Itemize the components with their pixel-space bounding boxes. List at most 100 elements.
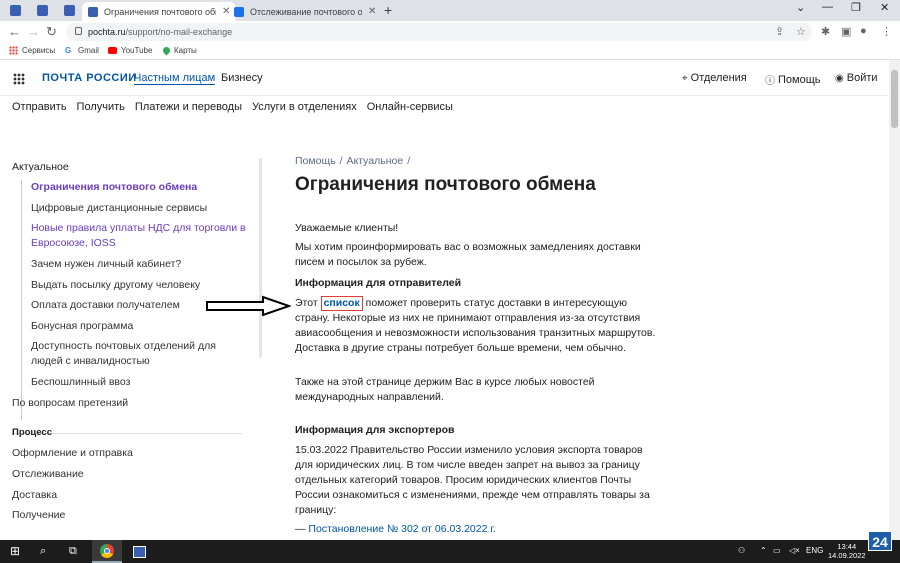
intro-text: Мы хотим проинформировать вас о возможны… [295, 241, 641, 268]
pochta-favicon-icon [63, 5, 75, 16]
channel-badge: 24 [868, 531, 892, 551]
tab-title: Ограничения почтового обмен [104, 6, 216, 17]
countries-list-link[interactable]: список [320, 296, 363, 311]
forward-icon[interactable]: → [27, 24, 40, 39]
help-link[interactable]: ⓘ Помощь [765, 72, 821, 88]
menu-icon[interactable]: ⋮ [881, 25, 892, 38]
login-label: Войти [846, 72, 878, 84]
scrollbar-thumb[interactable] [891, 70, 898, 128]
sidebar-item-duty-free[interactable]: Беспошлинный ввоз [31, 375, 130, 389]
bookmark-youtube[interactable]: YouTube [108, 46, 152, 55]
breadcrumb-help[interactable]: Помощь [295, 154, 336, 169]
breadcrumb: Помощь / Актуальное / [295, 154, 410, 169]
network-icon[interactable]: ▭ [773, 546, 781, 555]
logo[interactable]: ПОЧТА РОССИИ [42, 72, 137, 84]
sidebar-item-process-tracking[interactable]: Отслеживание [12, 467, 84, 481]
sidebar-item-give-parcel[interactable]: Выдать посылку другому человеку [31, 278, 200, 292]
sidebar-process-title: Процесс [12, 427, 52, 438]
minimize-icon[interactable]: — [822, 1, 833, 13]
windows-start-icon[interactable]: ⊞ [10, 544, 20, 558]
sidebar-item-vat[interactable]: Новые правила уплаты НДС для торговли в … [31, 221, 246, 251]
tab-tracking[interactable]: Отслеживание почтового отпр ✕ [228, 2, 382, 21]
main-content: Помощь / Актуальное / Ограничения почтов… [295, 150, 665, 540]
segment-private[interactable]: Частным лицам [134, 72, 216, 85]
clock[interactable]: 13:44 14.09.2022 [828, 542, 866, 560]
extensions-icon[interactable]: ✱ [821, 25, 830, 38]
sidebar-item-digital[interactable]: Цифровые дистанционные сервисы [31, 201, 207, 215]
sidebar-item-process-receiving[interactable]: Получение [12, 508, 65, 522]
bookmark-star-icon[interactable]: ☆ [796, 25, 806, 38]
nav-online-services[interactable]: Онлайн-сервисы [367, 101, 453, 113]
sidebar-item-restrictions[interactable]: Ограничения почтового обмена [31, 180, 197, 194]
close-window-icon[interactable]: ✕ [880, 1, 889, 14]
sidebar-scrollbar[interactable] [259, 158, 262, 358]
resolution-302-link[interactable]: Постановление № 302 от 06.03.2022 г. [308, 523, 495, 535]
breadcrumb-current[interactable]: Актуальное [346, 154, 403, 169]
tab-search-icon[interactable]: ⌄ [796, 1, 805, 14]
url-bar[interactable]: pochta.ru/support/no-mail-exchange [66, 23, 812, 41]
page-scrollbar[interactable] [889, 60, 900, 540]
sidebar-item-claims[interactable]: По вопросам претензий [12, 396, 128, 410]
sidebar-item-process-send[interactable]: Оформление и отправка [12, 446, 133, 460]
document-dash: — [295, 523, 306, 535]
tracking-favicon-icon [234, 6, 244, 17]
clock-time: 13:44 [837, 542, 857, 551]
lock-icon [75, 27, 82, 35]
page-title: Ограничения почтового обмена [295, 174, 596, 195]
bookmark-gmail[interactable]: G Gmail [65, 46, 99, 55]
offices-label: Отделения [690, 72, 747, 84]
sidebar-rail [21, 180, 22, 420]
profile-icon[interactable]: ● [860, 25, 867, 37]
pinned-tab[interactable] [2, 2, 28, 19]
close-tab-icon[interactable]: ✕ [368, 6, 376, 17]
share-icon[interactable]: ⇪ [775, 25, 784, 38]
tab-active[interactable]: Ограничения почтового обмен ✕ [82, 2, 237, 21]
sub-navigation: Отправить Получить Платежи и переводы Ус… [12, 101, 453, 113]
task-view-icon[interactable]: ⧉ [69, 545, 77, 558]
youtube-icon [108, 47, 117, 54]
site-header: ПОЧТА РОССИИ Частным лицам Бизнесу ⌖ Отде… [0, 60, 889, 96]
sidebar-item-accessibility[interactable]: Доступность почтовых отделений для людей… [31, 339, 231, 369]
user-tray-icon[interactable]: ⚇ [738, 546, 745, 555]
nav-receive[interactable]: Получить [77, 101, 125, 113]
taskbar: ⊞ ⌕ ⧉ ⚇ ⌃ ▭ ◁× ENG 13:44 14.09.2022 [0, 540, 900, 563]
annotation-arrow-icon [206, 295, 291, 317]
tray-chevron-icon[interactable]: ⌃ [760, 546, 767, 555]
tab-title: Отслеживание почтового отпр [250, 6, 362, 17]
login-link[interactable]: ◉ Войти [835, 72, 878, 84]
offices-link[interactable]: ⌖ Отделения [682, 72, 747, 84]
search-icon[interactable]: ⌕ [40, 545, 46, 558]
bookmark-label: Сервисы [22, 46, 56, 55]
nav-send[interactable]: Отправить [12, 101, 67, 113]
services-grid-icon[interactable] [13, 73, 25, 85]
sidebar-item-process-delivery[interactable]: Доставка [12, 488, 57, 502]
reload-icon[interactable]: ↻ [46, 24, 57, 40]
app-taskbar-button[interactable] [124, 540, 154, 563]
sidebar-section-current[interactable]: Актуальное [12, 160, 69, 174]
sidebar-item-cabinet[interactable]: Зачем нужен личный кабинет? [31, 257, 181, 271]
nav-payments[interactable]: Платежи и переводы [135, 101, 242, 113]
new-tab-icon[interactable]: + [384, 2, 392, 18]
back-icon[interactable]: ← [8, 24, 21, 39]
maps-pin-icon [161, 45, 172, 56]
language-indicator[interactable]: ENG [806, 546, 823, 555]
clock-date: 14.09.2022 [828, 551, 866, 560]
sidebar-item-bonus[interactable]: Бонусная программа [31, 319, 133, 333]
senders-text: Этот список поможет проверить статус дос… [295, 296, 660, 356]
segment-business[interactable]: Бизнесу [221, 72, 263, 84]
bookmark-label: Карты [174, 46, 197, 55]
chrome-taskbar-button[interactable] [92, 540, 122, 563]
bookmark-label: Gmail [78, 46, 99, 55]
pinned-tab[interactable] [29, 2, 55, 19]
nav-office-services[interactable]: Услуги в отделениях [252, 101, 357, 113]
bookmark-maps[interactable]: Карты [161, 45, 197, 56]
chrome-icon [100, 543, 114, 558]
pochta-favicon-icon [36, 5, 48, 16]
bookmark-services[interactable]: Сервисы [9, 46, 55, 55]
side-panel-icon[interactable]: ▣ [841, 25, 851, 38]
sidebar-item-cod[interactable]: Оплата доставки получателем [31, 298, 180, 312]
volume-icon[interactable]: ◁× [789, 546, 800, 555]
pinned-tab[interactable] [56, 2, 82, 19]
restore-icon[interactable]: ❐ [851, 1, 861, 14]
bookmarks-bar: Сервисы G Gmail YouTube Карты [0, 43, 900, 60]
